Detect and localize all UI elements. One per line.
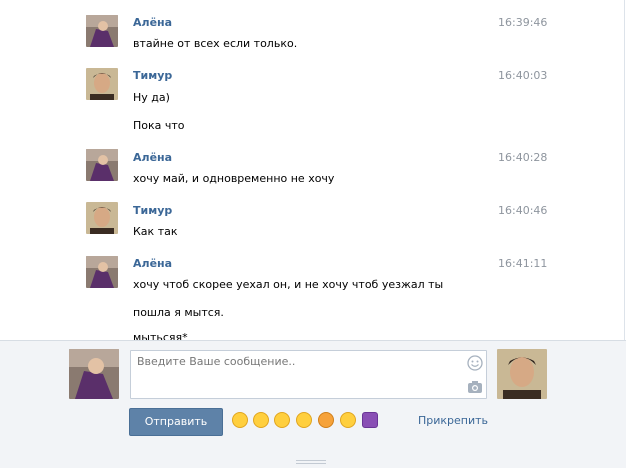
message-time: 16:40:46 <box>498 204 548 217</box>
message-author[interactable]: Алёна <box>133 16 172 29</box>
message-author[interactable]: Тимур <box>133 204 172 217</box>
message-text: хочу чтоб скорее уехал он, и не хочу что… <box>133 278 444 291</box>
message-composer: Отправить Прикрепить <box>0 340 626 468</box>
emoji-picker-icon[interactable] <box>467 355 483 374</box>
angry-icon[interactable] <box>318 412 334 428</box>
smile-icon[interactable] <box>253 412 269 428</box>
send-button[interactable]: Отправить <box>129 408 223 436</box>
camera-icon[interactable] <box>467 380 483 397</box>
avatar-timur[interactable] <box>86 202 118 234</box>
neutral-icon[interactable] <box>274 412 290 428</box>
recipient-avatar[interactable] <box>497 349 547 399</box>
avatar-alena[interactable] <box>86 149 118 181</box>
my-avatar[interactable] <box>69 349 119 399</box>
message-text: Ну да) <box>133 91 170 104</box>
message-author[interactable]: Алёна <box>133 151 172 164</box>
message-input-box[interactable] <box>130 350 487 399</box>
message-text: хочу май, и одновременно не хочу <box>133 172 335 185</box>
message-author[interactable]: Тимур <box>133 69 172 82</box>
message-text: Как так <box>133 225 178 238</box>
message-time: 16:41:11 <box>498 257 548 270</box>
message-text: Пока что <box>133 119 185 132</box>
avatar-alena[interactable] <box>86 256 118 288</box>
avatar-timur[interactable] <box>86 68 118 100</box>
message-history[interactable]: Алёна 16:39:46 втайне от всех если тольк… <box>0 0 625 340</box>
message-text: пошла я мытся. <box>133 306 224 319</box>
message-time: 16:40:03 <box>498 69 548 82</box>
message-author[interactable]: Алёна <box>133 257 172 270</box>
resize-handle[interactable] <box>296 460 326 465</box>
message-time: 16:39:46 <box>498 16 548 29</box>
avatar-alena[interactable] <box>86 15 118 47</box>
attach-link[interactable]: Прикрепить <box>418 414 488 427</box>
grimace-icon[interactable] <box>296 412 312 428</box>
message-input[interactable] <box>131 351 463 399</box>
message-text: мытьсяя* <box>133 331 188 340</box>
message-text: втайне от всех если только. <box>133 37 298 50</box>
kiss-icon[interactable] <box>340 412 356 428</box>
devil-icon[interactable] <box>362 412 378 428</box>
message-time: 16:40:28 <box>498 151 548 164</box>
big-grin-icon[interactable] <box>232 412 248 428</box>
